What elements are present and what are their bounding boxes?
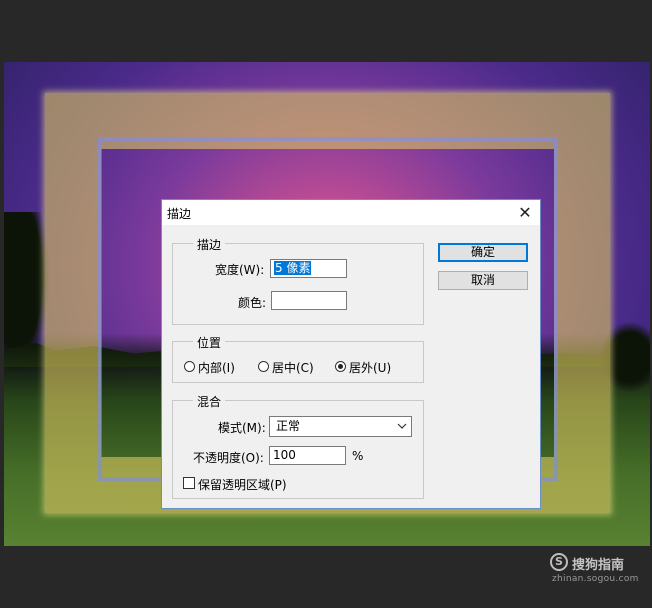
- watermark-brand: 搜狗指南: [572, 558, 625, 573]
- dialog-titlebar: 描边 ✕: [162, 200, 540, 225]
- preserve-transparency-label[interactable]: 保留透明区域(P): [198, 476, 287, 493]
- opacity-label: 不透明度(O):: [193, 451, 264, 465]
- opacity-value: 100: [273, 448, 296, 462]
- mode-value: 正常: [276, 419, 301, 433]
- radio-outside[interactable]: [335, 361, 346, 372]
- ok-button[interactable]: 确定: [438, 243, 528, 262]
- color-label: 颜色:: [238, 296, 267, 310]
- preserve-transparency-checkbox[interactable]: [183, 477, 195, 489]
- position-group-label: 位置: [193, 334, 226, 351]
- radio-center-label[interactable]: 居中(C): [272, 359, 314, 376]
- mode-label: 模式(M):: [218, 421, 266, 435]
- blend-group-label: 混合: [193, 393, 226, 410]
- stroke-group: 描边 宽度(W): 5 像素 颜色:: [172, 236, 424, 325]
- color-swatch[interactable]: [271, 291, 347, 310]
- radio-outside-label[interactable]: 居外(U): [349, 359, 391, 376]
- position-group: 位置 内部(I) 居中(C) 居外(U): [172, 334, 424, 383]
- chevron-down-icon: [397, 417, 407, 443]
- radio-inside[interactable]: [184, 361, 195, 372]
- sogou-logo-icon: S: [550, 553, 568, 571]
- close-button[interactable]: ✕: [510, 200, 540, 225]
- mode-select[interactable]: 正常: [269, 416, 412, 437]
- cancel-button[interactable]: 取消: [438, 271, 528, 290]
- width-field[interactable]: 5 像素: [270, 259, 347, 278]
- opacity-field[interactable]: 100: [269, 446, 346, 465]
- watermark-url: zhinan.sogou.com: [552, 574, 639, 584]
- dialog-title: 描边: [167, 207, 192, 221]
- stroke-group-label: 描边: [193, 236, 226, 253]
- stroke-dialog: 描边 ✕ 描边 宽度(W): 5 像素 颜色: 位置 内部(I) 居中(C) 居…: [161, 199, 541, 509]
- opacity-unit: %: [352, 449, 364, 463]
- width-label: 宽度(W):: [215, 263, 265, 277]
- radio-inside-label[interactable]: 内部(I): [198, 359, 235, 376]
- radio-center[interactable]: [258, 361, 269, 372]
- width-value: 5 像素: [274, 261, 312, 275]
